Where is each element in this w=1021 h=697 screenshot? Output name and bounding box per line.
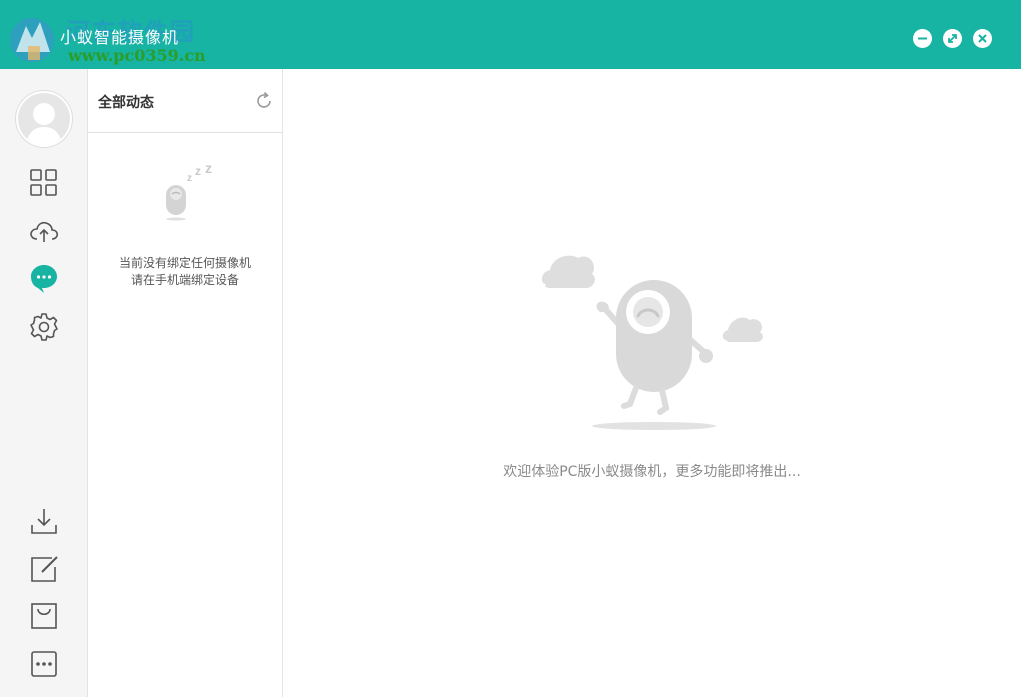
maximize-button[interactable] [943,29,962,48]
mascot-illustration [541,255,763,430]
window-title: 小蚁智能摄像机 [60,28,180,47]
feed-header: 全部动态 [88,69,282,133]
gear-icon[interactable] [28,311,60,343]
svg-text:z: z [187,173,192,184]
app-logo-icon [10,18,54,62]
welcome-message: 欢迎体验PC版小蚁摄像机，更多功能即将推出... [503,464,801,480]
svg-text:z: z [205,163,212,176]
close-button[interactable] [973,29,992,48]
refresh-icon[interactable] [254,91,274,111]
minimize-icon [918,37,927,40]
cloud-upload-icon[interactable] [28,215,60,247]
watermark-url: www.pc0359.cn [68,46,206,65]
avatar[interactable] [16,91,72,147]
minimize-button[interactable] [913,29,932,48]
sidebar [0,69,88,697]
empty-message-line2: 请在手机端绑定设备 [130,273,239,287]
edit-icon[interactable] [28,553,60,585]
feed-title: 全部动态 [98,95,154,111]
chat-bubble-icon[interactable] [28,262,60,294]
empty-message-line1: 当前没有绑定任何摄像机 [118,256,251,270]
shopping-bag-icon[interactable] [28,600,60,632]
close-icon [978,34,987,43]
grid-icon[interactable] [28,167,60,199]
title-bar: 河东软件园 小蚁智能摄像机 www.pc0359.cn [0,0,1021,69]
sleeping-camera-icon: z z z [166,163,212,221]
user-avatar-icon [26,103,62,145]
svg-text:z: z [195,164,201,178]
feed-panel: 全部动态 z z z 当前没有绑定任何摄像机 请在手机端绑定设备 [88,69,283,697]
maximize-icon [948,34,957,43]
download-icon[interactable] [28,505,60,537]
more-icon[interactable] [28,648,60,680]
